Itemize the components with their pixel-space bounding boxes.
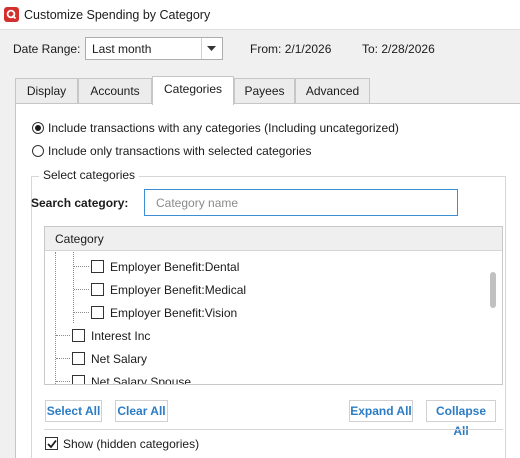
any-categories-label: Include transactions with any categories… [48, 121, 399, 135]
date-range-row: Date Range: Last month From: 2/1/2026 To… [0, 30, 520, 76]
from-date: From: 2/1/2026 [250, 42, 331, 56]
title-bar: Customize Spending by Category [0, 0, 520, 30]
tab-payees[interactable]: Payees [234, 78, 295, 104]
category-list[interactable]: Category Employer Benefit:Dental Employe… [44, 226, 503, 385]
collapse-all-button[interactable]: Collapse All [426, 400, 496, 438]
list-scrollbar[interactable] [485, 252, 502, 384]
category-checkbox[interactable] [72, 375, 85, 384]
tree-connector [74, 312, 89, 313]
expand-all-button[interactable]: Expand All [349, 400, 413, 422]
window-title: Customize Spending by Category [24, 8, 211, 22]
category-label: Employer Benefit:Vision [110, 306, 238, 320]
tree-connector [74, 266, 89, 267]
any-categories-radio[interactable] [32, 122, 44, 134]
category-label: Interest Inc [91, 329, 151, 343]
selected-categories-option[interactable]: Include only transactions with selected … [32, 143, 312, 161]
show-hidden-checkbox[interactable] [45, 437, 58, 450]
category-checkbox[interactable] [72, 329, 85, 342]
group-title: Select categories [39, 168, 140, 182]
tab-accounts[interactable]: Accounts [78, 78, 152, 104]
any-categories-option[interactable]: Include transactions with any categories… [32, 120, 399, 138]
scrollbar-thumb[interactable] [490, 272, 496, 308]
tree-connector [56, 358, 70, 359]
category-label: Net Salary Spouse [91, 375, 192, 385]
category-checkbox[interactable] [91, 306, 104, 319]
category-checkbox[interactable] [72, 352, 85, 365]
tree-connector [55, 252, 56, 384]
categories-panel: Include transactions with any categories… [15, 103, 520, 458]
category-checkbox[interactable] [91, 260, 104, 273]
to-label: To: [362, 42, 379, 56]
category-label: Net Salary [91, 352, 148, 366]
tab-advanced[interactable]: Advanced [295, 78, 370, 104]
select-all-button[interactable]: Select All [45, 400, 102, 422]
category-checkbox[interactable] [91, 283, 104, 296]
chevron-down-icon[interactable] [201, 38, 222, 59]
tree-connector [56, 381, 70, 382]
date-range-label: Date Range: [13, 42, 81, 56]
quicken-logo-icon [4, 7, 19, 22]
show-hidden-row: Show (hidden categories) [44, 429, 503, 458]
tree-connector [74, 289, 89, 290]
category-column-header[interactable]: Category [45, 227, 502, 251]
tab-display[interactable]: Display [15, 78, 78, 104]
tree-connector [56, 335, 70, 336]
category-label: Employer Benefit:Medical [110, 283, 247, 297]
selected-categories-radio[interactable] [32, 145, 44, 157]
from-value: 2/1/2026 [284, 42, 332, 56]
selected-categories-label: Include only transactions with selected … [48, 144, 312, 158]
date-range-dropdown[interactable]: Last month [85, 37, 223, 60]
category-label: Employer Benefit:Dental [110, 260, 240, 274]
to-date: To: 2/28/2026 [362, 42, 435, 56]
search-category-label: Search category: [31, 196, 129, 210]
tab-bar: Display Accounts Categories Payees Advan… [15, 76, 515, 105]
to-value: 2/28/2026 [381, 42, 435, 56]
category-column-label: Category [55, 232, 104, 246]
tab-categories[interactable]: Categories [152, 76, 234, 105]
show-hidden-label: Show (hidden categories) [63, 437, 200, 451]
date-range-value: Last month [92, 42, 152, 56]
search-category-input[interactable] [144, 189, 458, 216]
clear-all-button[interactable]: Clear All [115, 400, 168, 422]
checkmark-icon [47, 439, 57, 449]
from-label: From: [250, 42, 282, 56]
